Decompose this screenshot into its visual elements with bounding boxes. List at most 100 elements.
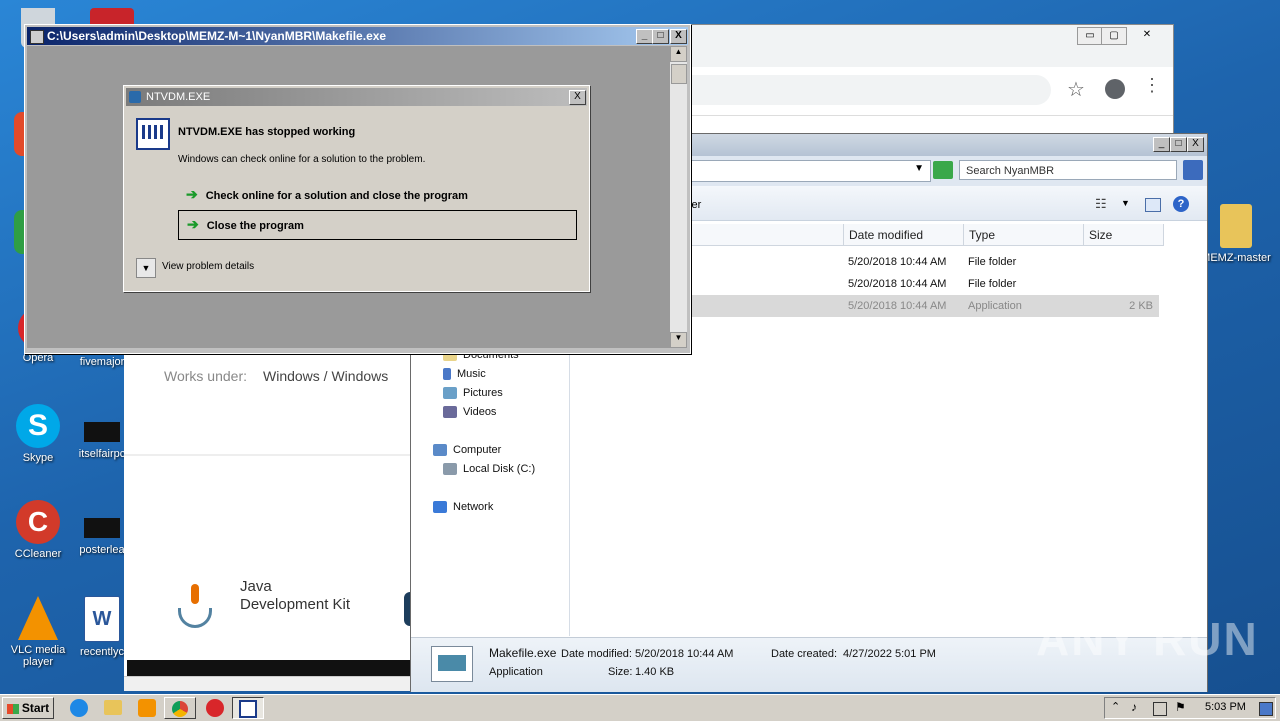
console-app-icon xyxy=(30,30,44,44)
desktop-icon-memz-master[interactable]: MEMZ-master xyxy=(1198,204,1274,264)
column-header-date-modified[interactable]: Date modified xyxy=(844,224,964,246)
chrome-toolbar: ☆ ⋮ xyxy=(689,71,1173,116)
nav-pane-divider xyxy=(569,318,570,636)
desktop-icon-label: fivemajor xyxy=(79,356,125,368)
row-type: File folder xyxy=(968,278,1017,290)
explorer-icon[interactable] xyxy=(104,700,122,715)
chrome-window[interactable]: ▭ ▢ ✕ ☆ ⋮ xyxy=(688,24,1174,136)
error-dialog[interactable]: NTVDM.EXE X NTVDM.EXE has stopped workin… xyxy=(123,85,590,292)
column-header-size[interactable]: Size xyxy=(1084,224,1164,246)
column-header-empty[interactable] xyxy=(689,224,844,246)
search-icon[interactable] xyxy=(1183,160,1203,180)
arrow-right-icon: ➔ xyxy=(186,186,198,202)
flag-icon[interactable]: ⚑ xyxy=(1175,700,1186,714)
works-under-label: Works under: xyxy=(164,368,247,384)
dialog-app-icon xyxy=(129,91,141,103)
browser-page-fragment: Works under: Windows / Windows Java Deve… xyxy=(124,330,410,691)
media-player-icon[interactable] xyxy=(138,699,156,717)
dialog-message: Windows can check online for a solution … xyxy=(178,154,426,165)
address-bar[interactable] xyxy=(689,75,1051,105)
preview-pane-icon[interactable] xyxy=(1145,198,1161,212)
program-icon xyxy=(136,118,170,150)
scroll-up-icon[interactable]: ▲ xyxy=(670,46,687,62)
taskbar-ntvdm[interactable] xyxy=(232,697,264,719)
nav-item-videos[interactable]: Videos xyxy=(443,403,496,422)
watermark: ANY RUN xyxy=(1036,613,1259,665)
desktop-icon-label: Skype xyxy=(22,452,54,464)
chevron-down-icon[interactable]: ▼ xyxy=(1121,198,1130,208)
computer-icon xyxy=(433,444,447,457)
close-button[interactable]: X xyxy=(569,90,586,105)
table-row[interactable]: 5/20/2018 10:44 AM File folder xyxy=(689,251,1159,273)
view-details-label[interactable]: View problem details xyxy=(162,261,254,272)
dialog-title: NTVDM.EXE xyxy=(146,91,211,103)
pictures-icon xyxy=(443,387,457,400)
divider xyxy=(124,454,410,456)
volume-icon[interactable]: ♪ xyxy=(1131,700,1137,714)
nav-item-music[interactable]: Music xyxy=(443,365,486,384)
row-date: 5/20/2018 10:44 AM xyxy=(848,300,947,312)
tray-expand-icon[interactable]: ⌃ xyxy=(1111,700,1120,713)
check-online-option[interactable]: ➔ Check online for a solution and close t… xyxy=(178,182,578,206)
desktop-icon-label: CCleaner xyxy=(14,548,62,560)
desktop-icon-label: itselfairpc xyxy=(78,448,126,460)
windows-logo-icon xyxy=(6,703,19,714)
nav-item-label: Videos xyxy=(463,406,497,418)
row-type: Application xyxy=(968,300,1022,312)
refresh-icon[interactable] xyxy=(933,161,953,179)
internet-explorer-icon[interactable] xyxy=(70,699,88,717)
details-file-kind: Application xyxy=(489,666,543,678)
vlc-cone-icon xyxy=(18,596,58,640)
clock[interactable]: 5:03 PM xyxy=(1205,701,1246,713)
scroll-down-icon[interactable]: ▼ xyxy=(670,332,687,348)
close-button[interactable]: ✕ xyxy=(1135,27,1159,43)
dark-bar xyxy=(127,660,410,676)
maximize-button[interactable]: ▢ xyxy=(1101,27,1127,45)
network-tray-icon[interactable] xyxy=(1153,702,1167,716)
details-date-modified-label: Date modified: xyxy=(561,648,632,660)
horizontal-scrollbar[interactable] xyxy=(124,676,410,691)
row-size: 2 KB xyxy=(1129,300,1153,312)
ccleaner-icon: C xyxy=(16,500,60,544)
nav-item-computer[interactable]: Computer xyxy=(433,441,501,460)
table-row-selected[interactable]: 5/20/2018 10:44 AM Application 2 KB xyxy=(689,295,1159,317)
search-input[interactable]: Search NyanMBR xyxy=(959,160,1177,180)
expand-details-button[interactable]: ▼ xyxy=(136,258,156,278)
minimize-button[interactable]: _ xyxy=(1153,137,1170,152)
option-label: Close the program xyxy=(206,220,304,232)
bookmark-star-icon[interactable]: ☆ xyxy=(1067,77,1085,102)
vertical-scrollbar[interactable]: ▲ ▼ xyxy=(670,46,687,348)
help-icon[interactable]: ? xyxy=(1173,196,1189,212)
close-program-option[interactable]: ➔ Close the program xyxy=(178,210,577,240)
close-button[interactable]: X xyxy=(1187,137,1204,152)
minimize-button[interactable]: ▭ xyxy=(1077,27,1103,45)
opera-icon[interactable] xyxy=(206,699,224,717)
nav-item-label: Network xyxy=(453,501,494,513)
start-button[interactable]: Start xyxy=(2,697,54,719)
taskbar-chrome[interactable] xyxy=(164,697,196,719)
details-date-modified: 5/20/2018 10:44 AM xyxy=(635,648,734,660)
table-row[interactable]: 5/20/2018 10:44 AM File folder xyxy=(689,273,1159,295)
chevron-down-icon[interactable]: ▼ xyxy=(914,163,924,174)
column-header-type[interactable]: Type xyxy=(964,224,1084,246)
details-size-label: Size: xyxy=(608,666,633,678)
close-button[interactable]: X xyxy=(670,29,687,44)
desktop-icon-label: VLC media player xyxy=(10,644,66,668)
nav-item-label: Computer xyxy=(453,444,502,456)
maximize-button[interactable]: □ xyxy=(1170,137,1187,152)
nav-item-local-disk[interactable]: Local Disk (C:) xyxy=(443,460,535,479)
jdk-title-line1: Java xyxy=(240,578,272,595)
profile-icon[interactable] xyxy=(1105,79,1125,99)
drive-icon xyxy=(443,463,457,476)
nav-item-pictures[interactable]: Pictures xyxy=(443,384,503,403)
console-icon xyxy=(239,699,257,718)
maximize-button[interactable]: □ xyxy=(652,29,669,44)
nav-item-network[interactable]: Network xyxy=(433,498,493,517)
file-icon xyxy=(84,518,120,538)
folder-icon xyxy=(1220,204,1252,248)
scrollbar-thumb[interactable] xyxy=(671,64,687,84)
more-menu-icon[interactable]: ⋮ xyxy=(1143,75,1161,96)
show-desktop-icon[interactable] xyxy=(1259,702,1273,716)
minimize-button[interactable]: _ xyxy=(636,29,653,44)
views-icon[interactable]: ☷ xyxy=(1095,196,1107,212)
